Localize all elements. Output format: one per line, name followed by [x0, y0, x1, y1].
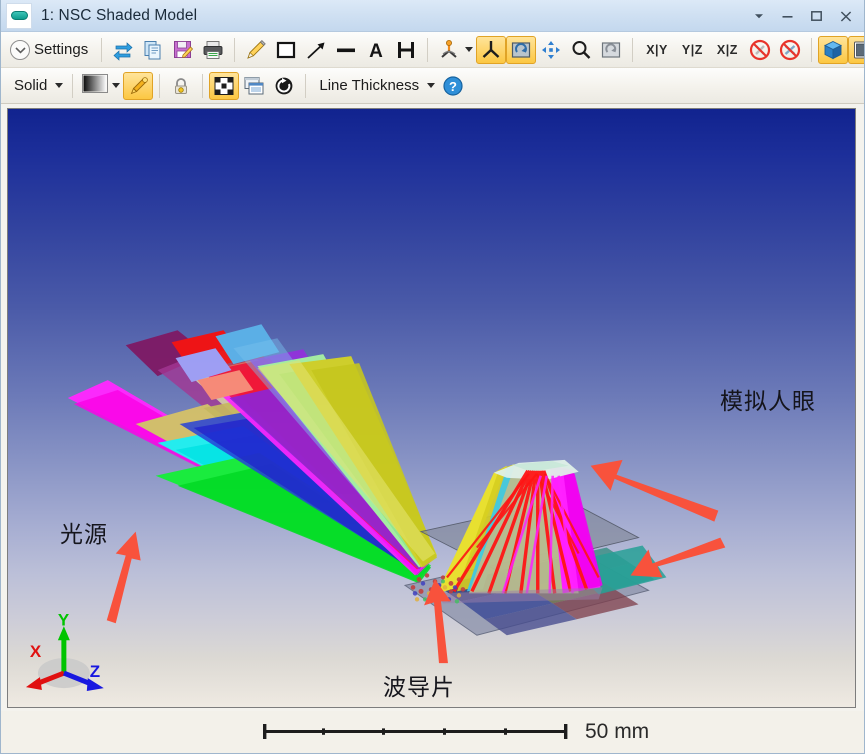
delete-rays-button-2[interactable]	[775, 36, 805, 64]
arrow-to-light-source	[107, 532, 141, 624]
toolbar-primary: Settings	[1, 32, 864, 68]
chevron-down-icon[interactable]	[465, 47, 473, 52]
delete-rays-button-1[interactable]	[745, 36, 775, 64]
zoom-tool[interactable]	[566, 36, 596, 64]
window-pill-icon	[11, 11, 28, 20]
render-mode-label: Solid	[10, 77, 51, 94]
window-controls	[744, 0, 860, 32]
arrow-to-eye-top	[591, 460, 719, 522]
flashlight-button[interactable]	[123, 72, 153, 100]
reset-view-tool[interactable]	[596, 36, 626, 64]
svg-text:Y: Y	[58, 610, 70, 629]
rotate-view-tool[interactable]	[506, 36, 536, 64]
save-button[interactable]	[168, 36, 198, 64]
title-bar: 1: NSC Shaded Model	[1, 0, 864, 32]
ray-bundle-light-source	[68, 324, 437, 583]
svg-text:X: X	[30, 642, 42, 661]
window-icon	[6, 3, 32, 29]
rotate-xz-button[interactable]: X|Z	[710, 36, 745, 64]
nsc-shaded-model-window: 1: NSC Shaded Model Settings	[0, 0, 865, 754]
copy-button[interactable]	[138, 36, 168, 64]
gradient-swatch-icon	[82, 74, 108, 98]
window-title: 1: NSC Shaded Model	[41, 7, 197, 25]
scale-bar	[259, 720, 579, 744]
axis-triad: X Y Z	[26, 610, 104, 691]
refresh-render-button[interactable]	[269, 72, 299, 100]
chevron-down-icon[interactable]	[112, 83, 120, 88]
rotate-xz-label: X|Z	[713, 43, 742, 57]
lock-button[interactable]	[166, 72, 196, 100]
annotation-light-source: 光源	[60, 515, 108, 549]
close-icon[interactable]	[831, 3, 860, 29]
chevron-down-circle-icon	[10, 40, 30, 60]
fit-window-button[interactable]	[209, 72, 239, 100]
minimize-icon[interactable]	[773, 3, 802, 29]
model-viewport-3d[interactable]: X Y Z 光源 模拟人眼 波导片	[7, 108, 856, 708]
chevron-down-icon[interactable]	[427, 83, 435, 88]
dimension-tool[interactable]	[391, 36, 421, 64]
toolbar-separator	[72, 74, 73, 98]
rotate-xy-label: X|Y	[642, 43, 672, 57]
toolbar-separator	[427, 38, 428, 62]
svg-text:A: A	[369, 41, 383, 61]
render-mode-dropdown[interactable]: Solid	[7, 72, 66, 100]
rotate-yz-label: Y|Z	[678, 43, 707, 57]
chevron-down-icon[interactable]	[55, 83, 63, 88]
pan-tool[interactable]	[536, 36, 566, 64]
line-thickness-label: Line Thickness	[315, 77, 423, 94]
surface-view-button[interactable]	[848, 36, 865, 64]
toolbar-secondary: Solid	[1, 68, 864, 104]
chevron-down-icon[interactable]	[744, 3, 773, 29]
settings-menu-button[interactable]: Settings	[7, 36, 95, 64]
layout-button[interactable]	[239, 72, 269, 100]
line-tool[interactable]	[331, 36, 361, 64]
pencil-tool[interactable]	[241, 36, 271, 64]
cube-view-button[interactable]	[818, 36, 848, 64]
text-tool[interactable]: A	[361, 36, 391, 64]
scale-bar-label: 50 mm	[585, 720, 649, 744]
rotate-yz-button[interactable]: Y|Z	[675, 36, 710, 64]
arrow-tool[interactable]	[301, 36, 331, 64]
svg-text:?: ?	[449, 79, 457, 94]
line-thickness-dropdown[interactable]: Line Thickness	[312, 72, 438, 100]
print-button[interactable]	[198, 36, 228, 64]
scale-bar-area: 50 mm	[1, 711, 864, 753]
rotate-xy-button[interactable]: X|Y	[639, 36, 675, 64]
orientation-tool[interactable]	[434, 36, 476, 64]
rotate-3d-tool[interactable]	[476, 36, 506, 64]
refresh-button[interactable]	[108, 36, 138, 64]
gradient-swatch-dropdown[interactable]	[79, 72, 123, 100]
toolbar-separator	[811, 38, 812, 62]
annotation-simulated-eye: 模拟人眼	[720, 382, 816, 416]
settings-label: Settings	[30, 41, 92, 58]
toolbar-separator	[305, 74, 306, 98]
toolbar-separator	[101, 38, 102, 62]
toolbar-separator	[159, 74, 160, 98]
toolbar-separator	[202, 74, 203, 98]
maximize-icon[interactable]	[802, 3, 831, 29]
toolbar-separator	[234, 38, 235, 62]
annotation-waveguide: 波导片	[383, 668, 455, 702]
help-button[interactable]: ?	[438, 72, 468, 100]
toolbar-separator	[632, 38, 633, 62]
arrow-to-eye-bottom	[631, 538, 726, 578]
svg-text:Z: Z	[90, 662, 100, 681]
rectangle-tool[interactable]	[271, 36, 301, 64]
